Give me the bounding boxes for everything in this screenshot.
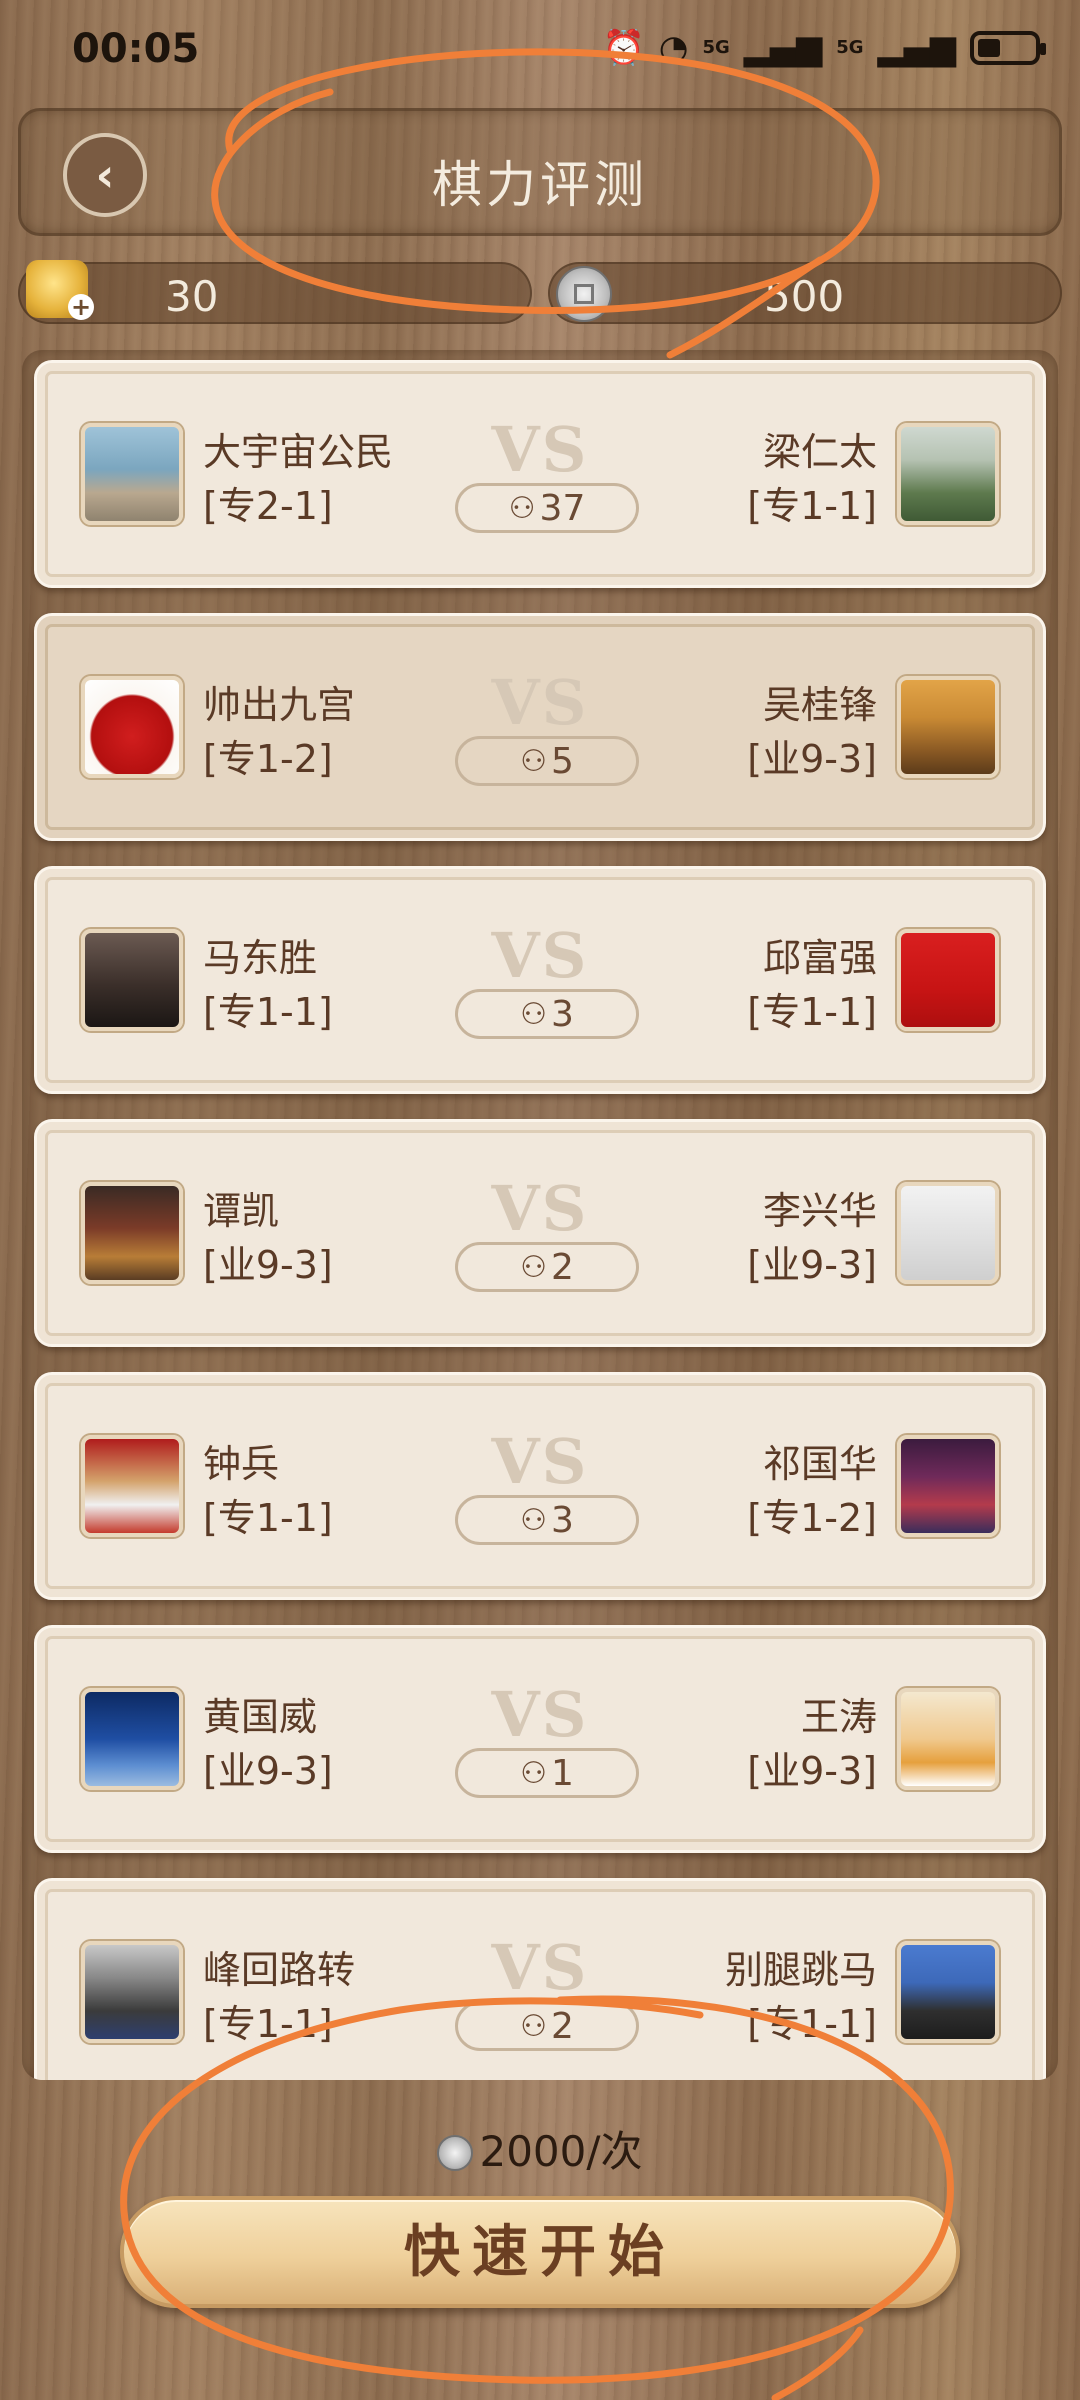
viewer-count-value: 3 (551, 993, 574, 1035)
viewer-count: ⚇ 2 (455, 1242, 639, 1292)
viewer-count: ⚇ 3 (455, 1495, 639, 1545)
player-name-right: 别腿跳马 (724, 1948, 877, 1992)
annotation-tail-bottom (771, 2326, 864, 2400)
player-rank-right: [业9-3] (747, 737, 877, 781)
wifi-icon: ◔ (658, 28, 689, 68)
person-icon: ⚇ (520, 996, 547, 1032)
viewer-count-value: 1 (551, 1752, 574, 1794)
person-icon: ⚇ (520, 2008, 547, 2044)
add-gold-button[interactable]: + (68, 294, 94, 320)
viewer-count-value: 3 (551, 1499, 574, 1541)
viewer-count-value: 2 (551, 2005, 574, 2047)
cost-value: 2000/次 (479, 2127, 643, 2176)
player-avatar-right (897, 423, 999, 525)
viewer-count-value: 37 (539, 487, 586, 529)
person-icon: ⚇ (520, 1755, 547, 1791)
coin-balance: 500 (548, 262, 1062, 324)
player-rank-right: [专1-2] (747, 1496, 877, 1540)
alarm-icon: ⏰ (602, 28, 645, 68)
cost-label: 2000/次 (0, 2118, 1080, 2179)
player-name-right: 王涛 (800, 1695, 877, 1739)
status-icons: ⏰ ◔ 5G ▂▄▆ 5G ▂▄▆ (602, 24, 1046, 72)
match-card[interactable]: 黄国威 [业9-3] VS ⚇ 1 王涛 [业9-3] (34, 1625, 1046, 1853)
match-card[interactable]: 大宇宙公民 [专2-1] VS ⚇ 37 梁仁太 [专1-1] (34, 360, 1046, 588)
quick-start-button[interactable]: 快速开始 (120, 2196, 960, 2308)
coin-icon (437, 2135, 474, 2171)
viewer-count-value: 5 (551, 740, 574, 782)
gold-value: 30 (165, 272, 219, 321)
player-name-right: 祁国华 (762, 1442, 877, 1486)
player-avatar-right (897, 1435, 999, 1537)
vs-label: VS (491, 919, 589, 992)
player-avatar-right (897, 1182, 999, 1284)
vs-label: VS (491, 413, 589, 486)
coin-icon (556, 266, 612, 322)
viewer-count: ⚇ 2 (455, 2001, 639, 2051)
match-card[interactable]: 钟兵 [专1-1] VS ⚇ 3 祁国华 [专1-2] (34, 1372, 1046, 1600)
battery-icon (970, 31, 1046, 65)
signal-icon-2: ▂▄▆ (877, 28, 956, 68)
player-rank-right: [业9-3] (747, 1243, 877, 1287)
player-avatar-right (897, 676, 999, 778)
player-name-right: 梁仁太 (762, 430, 877, 474)
viewer-count: ⚇ 3 (455, 989, 639, 1039)
player-rank-right: [业9-3] (747, 1749, 877, 1793)
viewer-count: ⚇ 1 (455, 1748, 639, 1798)
gold-balance: + 30 (18, 260, 532, 324)
person-icon: ⚇ (520, 1502, 547, 1538)
vs-label: VS (491, 1678, 589, 1751)
match-card[interactable]: 峰回路转 [专1-1] VS ⚇ 2 别腿跳马 [专1-1] (34, 1878, 1046, 2080)
match-list[interactable]: 大宇宙公民 [专2-1] VS ⚇ 37 梁仁太 [专1-1] 帅出九宫 [专1-… (22, 350, 1058, 2080)
network-label: 5G (702, 37, 730, 58)
status-bar: 00:05 ⏰ ◔ 5G ▂▄▆ 5G ▂▄▆ (0, 0, 1080, 100)
match-card[interactable]: 帅出九宫 [专1-2] VS ⚇ 5 吴桂锋 [业9-3] (34, 613, 1046, 841)
coin-value: 500 (764, 272, 845, 321)
match-card[interactable]: 谭凯 [业9-3] VS ⚇ 2 李兴华 [业9-3] (34, 1119, 1046, 1347)
player-avatar-right (897, 1941, 999, 2043)
player-rank-right: [专1-1] (747, 484, 877, 528)
vs-label: VS (491, 666, 589, 739)
page-title: 棋力评测 (432, 156, 648, 214)
vs-label: VS (491, 1931, 589, 2004)
player-avatar-right (897, 1688, 999, 1790)
player-rank-right: [专1-1] (747, 990, 877, 1034)
viewer-count-value: 2 (551, 1246, 574, 1288)
person-icon: ⚇ (520, 743, 547, 779)
header-bar: ‹ 棋力评测 (18, 108, 1062, 236)
network-label-2: 5G (836, 37, 864, 58)
person-icon: ⚇ (508, 490, 536, 526)
match-card[interactable]: 马东胜 [专1-1] VS ⚇ 3 邱富强 [专1-1] (34, 866, 1046, 1094)
viewer-count: ⚇ 37 (455, 483, 639, 533)
viewer-count: ⚇ 5 (455, 736, 639, 786)
player-name-right: 邱富强 (762, 936, 877, 980)
vs-label: VS (491, 1172, 589, 1245)
vs-label: VS (491, 1425, 589, 1498)
player-name-right: 李兴华 (762, 1189, 877, 1233)
signal-icon: ▂▄▆ (743, 28, 823, 68)
player-name-right: 吴桂锋 (762, 683, 877, 727)
person-icon: ⚇ (520, 1249, 547, 1285)
status-time: 00:05 (72, 26, 200, 72)
player-rank-right: [专1-1] (747, 2002, 877, 2046)
player-avatar-right (897, 929, 999, 1031)
